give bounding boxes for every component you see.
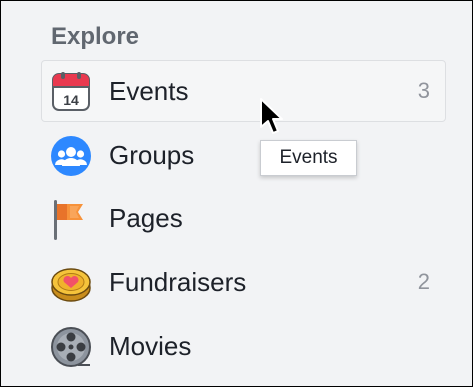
section-title: Explore	[51, 23, 140, 50]
sidebar-item-label: Groups	[109, 140, 195, 170]
sidebar-item-events[interactable]: 14 Events 3	[41, 60, 446, 122]
fundraisers-count: 2	[417, 269, 430, 294]
flag-icon	[54, 200, 83, 240]
fundraiser-coin-icon	[51, 268, 91, 302]
sidebar-item-label: Pages	[109, 203, 183, 233]
sidebar-item-label: Events	[109, 76, 189, 106]
events-tooltip: Events	[260, 140, 357, 176]
sidebar-item-groups[interactable]: Groups	[41, 124, 446, 186]
events-count: 3	[417, 78, 430, 103]
sidebar-item-label: Movies	[109, 331, 192, 361]
film-reel-icon	[51, 327, 91, 367]
calendar-day: 14	[63, 92, 79, 108]
groups-icon	[51, 136, 91, 176]
explore-panel: Explore 14 Events 3 Groups Pages Fundrai…	[0, 0, 473, 387]
sidebar-item-movies[interactable]: Movies	[41, 315, 446, 377]
calendar-icon: 14	[52, 72, 90, 111]
sidebar-item-label: Fundraisers	[109, 267, 247, 297]
mouse-pointer-icon	[260, 98, 283, 134]
sidebar-item-pages[interactable]: Pages	[41, 187, 446, 249]
sidebar-item-fundraisers[interactable]: Fundraisers 2	[41, 251, 446, 313]
